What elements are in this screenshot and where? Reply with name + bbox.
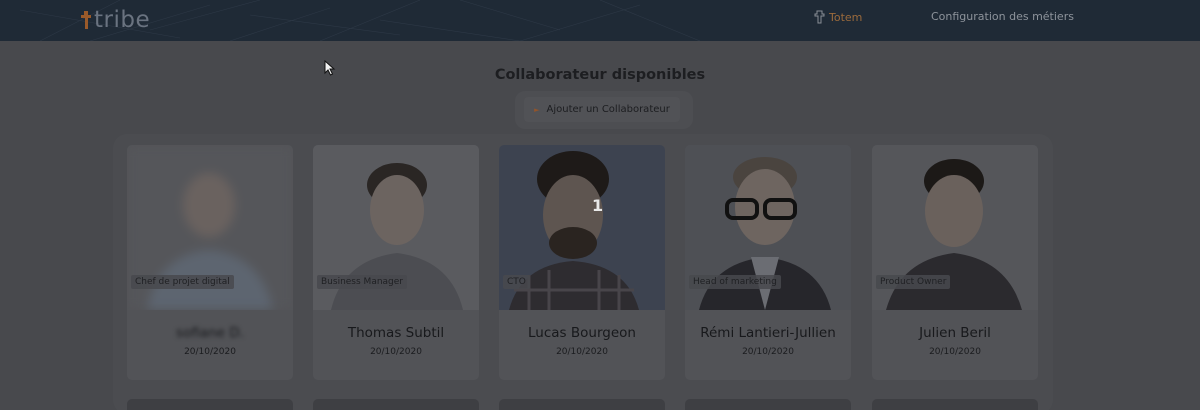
collaborator-card[interactable]: Product Owner Julien Beril 20/10/2020 — [872, 145, 1038, 380]
collaborator-card-partial[interactable] — [685, 399, 851, 410]
collaborator-name: Julien Beril — [919, 325, 991, 341]
collaborator-card[interactable]: Head of marketing Rémi Lantieri-Jullien … — [685, 145, 851, 380]
collaborator-name: Lucas Bourgeon — [528, 325, 636, 341]
role-badge: Chef de projet digital — [131, 275, 234, 289]
collaborator-photo: Product Owner — [872, 145, 1038, 310]
step-marker: 1 — [592, 196, 604, 215]
totem-icon — [814, 10, 825, 24]
collaborator-photo: Business Manager — [313, 145, 479, 310]
add-arrow-icon: ► — [534, 105, 540, 114]
collaborator-date: 20/10/2020 — [556, 347, 608, 357]
collaborator-card[interactable]: Chef de projet digital sofiane D. 20/10/… — [127, 145, 293, 380]
brand-name: tribe — [94, 7, 151, 33]
collaborator-photo: Chef de projet digital — [127, 145, 293, 310]
collaborator-date: 20/10/2020 — [370, 347, 422, 357]
nav-item-totem-label: Totem — [829, 10, 863, 24]
collaborator-date: 20/10/2020 — [184, 347, 236, 357]
role-badge: Business Manager — [317, 275, 407, 289]
collaborator-date: 20/10/2020 — [929, 347, 981, 357]
collaborator-card[interactable]: Business Manager Thomas Subtil 20/10/202… — [313, 145, 479, 380]
collaborator-name: sofiane D. — [176, 325, 244, 341]
add-collaborator-button[interactable]: ► Ajouter un Collaborateur — [524, 97, 680, 122]
role-badge: Product Owner — [876, 275, 951, 289]
collaborator-card-partial[interactable] — [872, 399, 1038, 410]
collaborator-photo: CTO — [499, 145, 665, 310]
nav-item-configuration-label: Configuration des métiers — [931, 10, 1074, 23]
collaborator-card-partial[interactable] — [499, 399, 665, 410]
nav-item-configuration[interactable]: Configuration des métiers — [931, 10, 1074, 23]
collaborator-name: Rémi Lantieri-Jullien — [700, 325, 836, 341]
collaborator-date: 20/10/2020 — [742, 347, 794, 357]
tribe-logo[interactable]: tribe — [80, 6, 150, 34]
collaborator-card-partial[interactable] — [127, 399, 293, 410]
collaborator-photo: Head of marketing — [685, 145, 851, 310]
collaborator-card[interactable]: CTO Lucas Bourgeon 20/10/2020 — [499, 145, 665, 380]
nav-item-totem[interactable]: Totem — [814, 10, 862, 24]
top-navbar: tribe Totem Configuration des métiers — [0, 0, 1200, 41]
tribe-totem-logo-icon — [81, 11, 91, 29]
role-badge: CTO — [503, 275, 530, 289]
page-title: Collaborateur disponibles — [494, 67, 706, 83]
add-collaborator-label: Ajouter un Collaborateur — [546, 104, 670, 115]
collaborator-name: Thomas Subtil — [347, 325, 445, 341]
role-badge: Head of marketing — [689, 275, 781, 289]
collaborator-card-partial[interactable] — [313, 399, 479, 410]
